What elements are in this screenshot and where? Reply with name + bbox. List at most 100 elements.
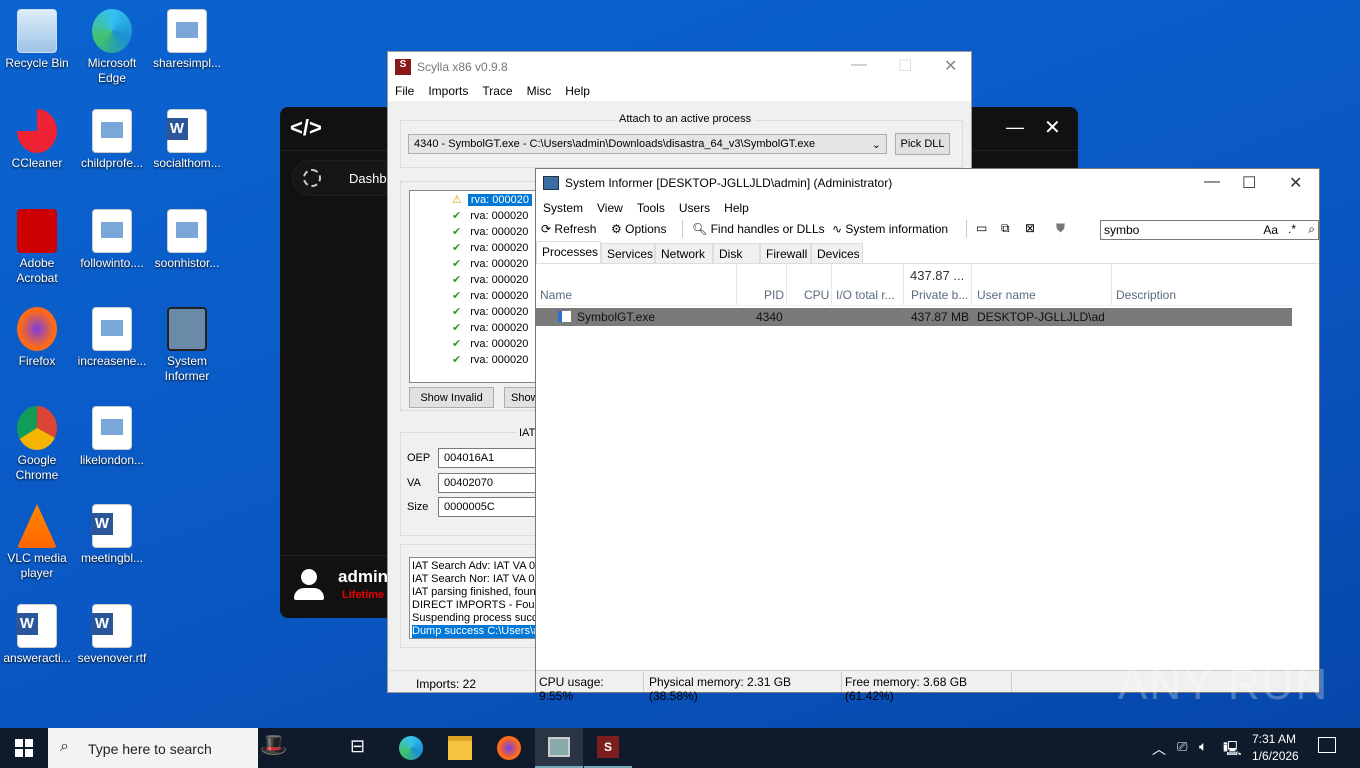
column-cpu[interactable]: CPU (804, 288, 829, 302)
desktop-icon[interactable]: childprofe... (75, 105, 149, 171)
tree-item[interactable]: ✔ rva: 000020 (452, 289, 531, 304)
edge-taskbar-icon[interactable] (399, 736, 423, 760)
tab-network[interactable]: Network (655, 243, 713, 264)
desktop-icon[interactable]: increasene... (75, 303, 149, 369)
menu-users[interactable]: Users (672, 201, 717, 215)
menu-help[interactable]: Help (558, 84, 597, 98)
desktop-icon[interactable]: sharesimpl... (150, 5, 224, 71)
search-input[interactable]: symbo Aa .* ⌕ (1100, 220, 1319, 240)
column-private[interactable]: Private b... (911, 288, 968, 302)
scylla-taskbar-button[interactable]: S (584, 728, 632, 768)
desktop-icon[interactable]: VLC media player (0, 500, 74, 581)
minimize-button[interactable]: — (1006, 117, 1024, 138)
tree-item[interactable]: ✔ rva: 000020 (452, 241, 531, 256)
process-select[interactable]: 4340 - SymbolGT.exe - C:\Users\admin\Dow… (408, 134, 887, 154)
close-button[interactable]: ✕ (944, 56, 957, 76)
clock-time[interactable]: 7:31 AM (1252, 732, 1296, 746)
status-physical-memory: Physical memory: 2.31 GB (38.58%) (646, 672, 842, 703)
volume-icon[interactable]: 🔈︎ (1199, 738, 1207, 755)
maximize-button[interactable]: ☐ (1242, 173, 1256, 193)
regex-toggle[interactable]: .* (1288, 222, 1296, 236)
table-row[interactable]: SymbolGT.exe 4340 437.87 MB DESKTOP-JGLL… (536, 308, 1292, 326)
va-field[interactable]: 00402070 (438, 473, 548, 493)
system-information-button[interactable]: ∿ System information (832, 222, 948, 236)
tree-item[interactable]: ✔ rva: 000020 (452, 321, 531, 336)
vlc-icon (17, 504, 57, 548)
oep-field[interactable]: 004016A1 (438, 448, 548, 468)
window-icon[interactable]: ▭ (976, 221, 987, 235)
close-button[interactable]: ✕ (1044, 115, 1061, 140)
desktop-icon[interactable]: soonhistor... (150, 205, 224, 271)
column-io[interactable]: I/O total r... (836, 288, 895, 302)
tree-item[interactable]: ✔ rva: 000020 (452, 257, 531, 272)
desktop-icon[interactable]: answeracti... (0, 600, 74, 666)
file-explorer-icon[interactable] (448, 736, 472, 760)
network-icon[interactable]: 🖳 (1223, 738, 1242, 762)
kill-window-icon[interactable]: ⊠ (1025, 221, 1035, 235)
tree-item[interactable]: ✔ rva: 000020 (452, 209, 531, 224)
desktop-icon[interactable]: Google Chrome (0, 402, 74, 483)
notifications-icon[interactable] (1318, 737, 1336, 753)
imports-tree[interactable]: ⚠ rva: 000020 ✔ rva: 000020 ✔ rva: 000020 ✔ rva… (409, 190, 539, 383)
size-field[interactable]: 0000005C (438, 497, 548, 517)
pick-dll-button[interactable]: Pick DLL (895, 133, 950, 155)
shield-icon[interactable]: ⛊ (1056, 221, 1065, 236)
maximize-button[interactable]: ☐ (898, 56, 912, 76)
menu-view[interactable]: View (590, 201, 630, 215)
tab-processes[interactable]: Processes (536, 241, 601, 264)
column-pid[interactable]: PID (764, 288, 784, 302)
find-window-icon[interactable]: ⧉ (1001, 221, 1010, 236)
minimize-button[interactable]: — (1204, 173, 1220, 191)
desktop-icon[interactable]: CCleaner (0, 105, 74, 171)
menu-misc[interactable]: Misc (520, 84, 559, 98)
tab-services[interactable]: Services (601, 243, 655, 264)
desktop-icon[interactable]: System Informer (150, 303, 224, 384)
tab-disk[interactable]: Disk (713, 243, 760, 264)
minimize-button[interactable]: — (851, 56, 867, 74)
find-handles-button[interactable]: 🔍︎ Find handles or DLLs (692, 222, 825, 236)
desktop-icon[interactable]: sevenover.rtf (75, 600, 149, 666)
menu-file[interactable]: File (388, 84, 421, 98)
tree-item[interactable]: ✔ rva: 000020 (452, 337, 531, 352)
tab-firewall[interactable]: Firewall (760, 243, 811, 264)
menu-help[interactable]: Help (717, 201, 756, 215)
desktop-icon[interactable]: likelondon... (75, 402, 149, 468)
column-name[interactable]: Name (540, 288, 572, 302)
menu-system[interactable]: System (536, 201, 590, 215)
menu-imports[interactable]: Imports (421, 84, 475, 98)
menu-trace[interactable]: Trace (475, 84, 519, 98)
refresh-button[interactable]: ⟳ Refresh (541, 222, 596, 236)
tree-item[interactable]: ✔ rva: 000020 (452, 225, 531, 240)
log-box[interactable]: IAT Search Adv: IAT VA 0 IAT Search Nor: … (409, 557, 539, 639)
desktop-icon[interactable]: Firefox (0, 303, 74, 369)
desktop-icon[interactable]: Adobe Acrobat (0, 205, 74, 286)
check-icon: ✔ (452, 274, 462, 286)
task-view-icon[interactable]: ⊟ (350, 736, 374, 760)
clear-search-icon[interactable]: ⌕ (1308, 222, 1315, 237)
tree-item[interactable]: ✔ rva: 000020 (452, 353, 531, 368)
menu-tools[interactable]: Tools (630, 201, 672, 215)
options-button[interactable]: ⚙ Options (611, 222, 666, 236)
tree-item[interactable]: ⚠ rva: 000020 (452, 193, 532, 208)
show-invalid-button[interactable]: Show Invalid (409, 387, 494, 408)
start-button[interactable] (15, 739, 33, 757)
desktop-icon[interactable]: followinto.... (75, 205, 149, 271)
match-case-toggle[interactable]: Aa (1263, 223, 1278, 237)
desktop-icon[interactable]: meetingbl... (75, 500, 149, 566)
clock-date[interactable]: 1/6/2026 (1252, 749, 1299, 763)
desktop-icon-label: Adobe Acrobat (16, 256, 58, 285)
firefox-taskbar-icon[interactable] (497, 736, 521, 760)
desktop-icon[interactable]: Microsoft Edge (75, 5, 149, 86)
tab-devices[interactable]: Devices (811, 243, 863, 264)
desktop-icon[interactable]: socialthom... (150, 105, 224, 171)
column-description[interactable]: Description (1116, 288, 1176, 302)
column-user[interactable]: User name (977, 288, 1036, 302)
camera-icon[interactable]: ⎚ (1177, 739, 1187, 755)
tree-item[interactable]: ✔ rva: 000020 (452, 273, 531, 288)
taskbar-search[interactable]: ⌕ Type here to search 🎩 (48, 728, 287, 768)
show-hidden-icons-button[interactable]: ︿ (1152, 739, 1166, 759)
close-button[interactable]: ✕ (1289, 173, 1302, 193)
desktop-icon[interactable]: Recycle Bin (0, 5, 74, 71)
system-informer-taskbar-button[interactable] (535, 728, 583, 768)
tree-item[interactable]: ✔ rva: 000020 (452, 305, 531, 320)
